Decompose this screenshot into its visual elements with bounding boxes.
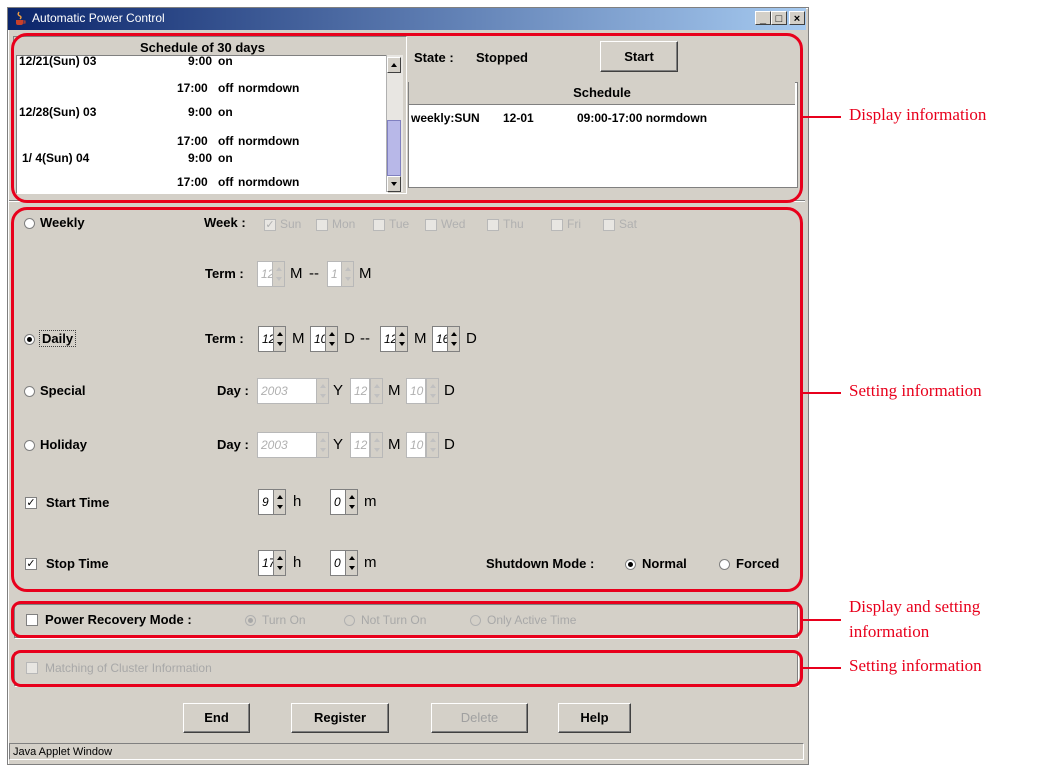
schedule30-row-time: 17:00 [177,81,208,95]
week-day-label: Thu [503,217,524,231]
setting-info2-highlight [11,650,803,687]
schedule30-row-time: 9:00 [188,151,213,165]
week-day-checkbox[interactable] [487,218,499,231]
status-bar: Java Applet Window [9,743,804,760]
maximize-button[interactable]: □ [771,11,787,25]
end-button[interactable]: End [183,703,250,733]
schedule30-row-mode: normdown [238,175,300,189]
week-day-fri[interactable]: Fri [551,217,581,231]
week-day-checkbox[interactable] [425,218,437,231]
callout-setting-info: Setting information [849,381,982,400]
week-day-checkbox[interactable] [551,218,563,231]
schedule30-row-action: off [218,175,234,189]
week-day-sat[interactable]: Sat [603,217,637,231]
callout-display-setting-1: Display and setting [849,597,981,616]
week-day-wed[interactable]: Wed [425,217,465,231]
callout-setting-info-2: Setting information [849,656,982,675]
schedule30-row-time: 17:00 [177,134,208,148]
callout-line [803,116,841,118]
week-day-checkbox[interactable]: ✓ [264,218,276,231]
week-day-checkbox[interactable] [603,218,615,231]
schedule30-row-date: 12/21(Sun) 03 [19,54,97,68]
schedule30-row-action: off [218,81,234,95]
callout-display-setting-2: information [849,622,930,641]
schedule30-row-time: 9:00 [188,54,213,68]
schedule30-row-action: on [218,54,233,68]
callout-display-info: Display information [849,105,987,124]
title-bar[interactable]: Automatic Power Control _ □ × [8,8,806,30]
week-day-label: Wed [441,217,466,231]
close-button[interactable]: × [789,11,805,25]
week-day-label: Mon [332,217,356,231]
display-setting-highlight [11,601,803,638]
schedule30-row-mode: normdown [238,134,300,148]
week-day-thu[interactable]: Thu [487,217,524,231]
register-button[interactable]: Register [291,703,389,733]
schedule30-row-action: on [218,151,233,165]
delete-button[interactable]: Delete [431,703,528,733]
window-title: Automatic Power Control [32,11,165,25]
week-day-label: Fri [567,217,581,231]
schedule30-row-date: 12/28(Sun) 03 [19,105,97,119]
callout-line [803,392,841,394]
schedule30-row-date: 1/ 4(Sun) 04 [22,151,90,165]
help-button[interactable]: Help [558,703,631,733]
week-day-checkbox[interactable] [316,218,328,231]
callout-line [803,667,841,669]
display-info-highlight [11,33,803,203]
callout-line [803,619,841,621]
week-day-tue[interactable]: Tue [373,217,409,231]
week-day-mon[interactable]: Mon [316,217,355,231]
minimize-button[interactable]: _ [755,11,771,25]
week-day-label: Sun [280,217,302,231]
schedule30-row-time: 9:00 [188,105,213,119]
week-day-sun[interactable]: ✓ Sun [264,217,301,231]
schedule30-row-mode: normdown [238,81,300,95]
java-cup-icon [16,11,26,25]
week-day-label: Sat [619,217,638,231]
schedule30-row-action: on [218,105,233,119]
schedule30-row-time: 17:00 [177,175,208,189]
week-day-label: Tue [389,217,410,231]
schedule30-row-action: off [218,134,234,148]
setting-info-highlight [11,207,803,592]
week-day-checkbox[interactable] [373,218,385,231]
